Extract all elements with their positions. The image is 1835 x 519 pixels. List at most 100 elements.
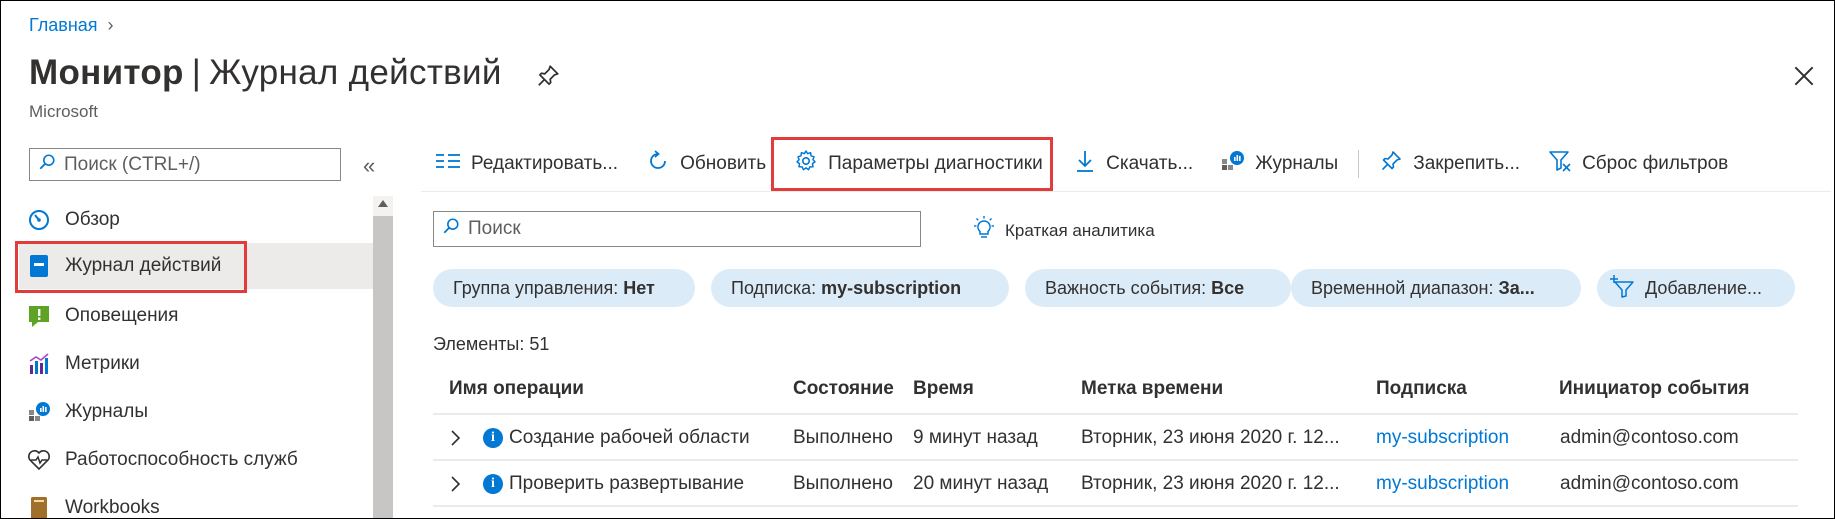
- metrics-icon: [27, 352, 51, 376]
- cell-status: Выполнено: [793, 473, 893, 494]
- quick-insights-button[interactable]: Краткая аналитика: [971, 215, 1155, 246]
- column-header-subscription[interactable]: Подписка: [1376, 378, 1467, 400]
- filter-pill-management-group[interactable]: Группа управления: Нет: [433, 269, 695, 307]
- refresh-icon: [646, 149, 670, 179]
- activity-search-input[interactable]: Поиск: [433, 211, 921, 247]
- column-header-timestamp[interactable]: Метка времени: [1081, 378, 1223, 400]
- sidebar-item-label: Работоспособность служб: [65, 449, 298, 470]
- logs-icon: [27, 400, 51, 424]
- column-header-time[interactable]: Время: [913, 378, 974, 400]
- filter-key: Подписка:: [731, 277, 817, 298]
- page-title: Монитор | Журнал действий: [29, 53, 502, 93]
- cell-operation: Проверить развертывание: [509, 473, 745, 494]
- filter-key: Важность события:: [1045, 277, 1207, 298]
- cell-timestamp: Вторник, 23 июня 2020 г. 12...: [1081, 427, 1340, 448]
- filter-value: Все: [1211, 277, 1245, 298]
- add-filter-button[interactable]: Добавление...: [1597, 269, 1795, 307]
- sidebar-scrollbar[interactable]: [373, 196, 393, 518]
- sidebar-item-overview[interactable]: Обзор: [19, 197, 373, 243]
- filter-reset-icon: [1548, 149, 1572, 179]
- filter-key: Группа управления:: [453, 277, 619, 298]
- breadcrumb: Главная ›: [29, 15, 114, 36]
- table-row[interactable]: i Проверить развертывание Выполнено 20 м…: [433, 461, 1798, 507]
- column-header-initiator[interactable]: Инициатор события: [1559, 378, 1750, 400]
- close-icon[interactable]: [1791, 63, 1817, 89]
- workbooks-icon: [27, 496, 51, 518]
- sidebar-search-placeholder: Поиск (CTRL+/): [64, 153, 201, 175]
- cell-timestamp: Вторник, 23 июня 2020 г. 12...: [1081, 473, 1340, 494]
- logs-icon: [1221, 150, 1245, 178]
- cell-operation: Создание рабочей области: [509, 427, 750, 448]
- table-row[interactable]: i Создание рабочей области Выполнено 9 м…: [433, 415, 1798, 461]
- add-filter-icon: [1609, 274, 1635, 303]
- filter-pill-subscription[interactable]: Подписка: my-subscription: [711, 269, 1009, 307]
- page-title-main: Монитор: [29, 53, 184, 92]
- sidebar-item-logs[interactable]: Журналы: [19, 389, 373, 435]
- reset-filters-button[interactable]: Сброс фильтров: [1534, 141, 1742, 187]
- filter-pill-time-range[interactable]: Временной диапазон: За...: [1291, 269, 1581, 307]
- download-label: Скачать...: [1106, 153, 1194, 174]
- lightbulb-icon: [971, 215, 997, 246]
- activity-search-placeholder: Поиск: [468, 218, 521, 239]
- cell-status: Выполнено: [793, 427, 893, 448]
- download-button[interactable]: Скачать...: [1060, 141, 1207, 187]
- cell-time: 9 минут назад: [913, 427, 1038, 448]
- scrollbar-thumb[interactable]: [373, 216, 393, 518]
- items-count: Элементы: 51: [433, 334, 550, 354]
- page-title-separator: |: [191, 53, 202, 92]
- pin-label: Закрепить...: [1413, 153, 1521, 174]
- search-icon: [442, 217, 460, 241]
- sidebar-item-metrics[interactable]: Метрики: [19, 341, 373, 387]
- edit-columns-icon: [435, 151, 461, 177]
- refresh-label: Обновить: [680, 153, 767, 174]
- cell-time: 20 минут назад: [913, 473, 1049, 494]
- refresh-button[interactable]: Обновить: [632, 141, 780, 187]
- toolbar-divider-line: [421, 191, 1831, 192]
- cell-initiator: admin@contoso.com: [1560, 473, 1739, 494]
- cell-subscription-link[interactable]: my-subscription: [1376, 427, 1509, 449]
- sidebar-item-service-health[interactable]: Работоспособность служб: [19, 437, 373, 483]
- highlight-diagnostic-settings: [771, 137, 1053, 191]
- sidebar-item-label: Обзор: [65, 209, 120, 230]
- filter-value: my-subscription: [821, 277, 962, 298]
- highlight-activity-log: [15, 241, 247, 293]
- overview-gauge-icon: [27, 208, 51, 232]
- filter-pill-event-severity[interactable]: Важность события: Все: [1025, 269, 1291, 307]
- filter-key: Временной диапазон:: [1311, 277, 1494, 298]
- info-icon: i: [483, 428, 503, 448]
- quick-insights-label: Краткая аналитика: [1005, 220, 1155, 240]
- chevron-right-icon: ›: [107, 15, 114, 35]
- column-header-status[interactable]: Состояние: [793, 378, 894, 400]
- sidebar-item-label: Журналы: [65, 401, 148, 422]
- column-header-operation[interactable]: Имя операции: [449, 378, 584, 400]
- command-toolbar: Редактировать... Обновить Параметры диаг…: [421, 141, 1742, 187]
- breadcrumb-home-link[interactable]: Главная: [29, 15, 98, 36]
- sidebar-item-alerts[interactable]: Оповещения: [19, 293, 373, 339]
- toolbar-divider: [1358, 150, 1360, 178]
- service-health-heart-icon: [27, 448, 51, 472]
- alerts-icon: [27, 304, 51, 328]
- sidebar-item-workbooks[interactable]: Workbooks: [19, 485, 373, 518]
- sidebar-search-input[interactable]: Поиск (CTRL+/): [29, 148, 341, 181]
- edit-columns-button[interactable]: Редактировать...: [421, 141, 632, 187]
- pin-button[interactable]: Закрепить...: [1365, 141, 1534, 187]
- sidebar-item-label: Метрики: [65, 353, 140, 374]
- edit-columns-label: Редактировать...: [471, 153, 619, 174]
- publisher-label: Microsoft: [29, 102, 98, 121]
- cell-subscription-link[interactable]: my-subscription: [1376, 473, 1509, 495]
- scroll-up-icon[interactable]: [378, 200, 388, 207]
- collapse-sidebar-button[interactable]: «: [363, 153, 375, 179]
- sidebar-item-label: Workbooks: [65, 497, 160, 518]
- cell-initiator: admin@contoso.com: [1560, 427, 1739, 448]
- download-icon: [1074, 149, 1096, 179]
- logs-button[interactable]: Журналы: [1207, 141, 1352, 187]
- page-title-sub: Журнал действий: [209, 53, 502, 92]
- reset-filters-label: Сброс фильтров: [1582, 153, 1729, 174]
- chevron-right-icon[interactable]: [449, 475, 461, 498]
- pin-icon: [1379, 149, 1403, 179]
- pin-icon[interactable]: [535, 63, 561, 89]
- chevron-right-icon[interactable]: [449, 429, 461, 452]
- info-icon: i: [483, 474, 503, 494]
- logs-label: Журналы: [1255, 153, 1339, 174]
- add-filter-label: Добавление...: [1645, 277, 1762, 298]
